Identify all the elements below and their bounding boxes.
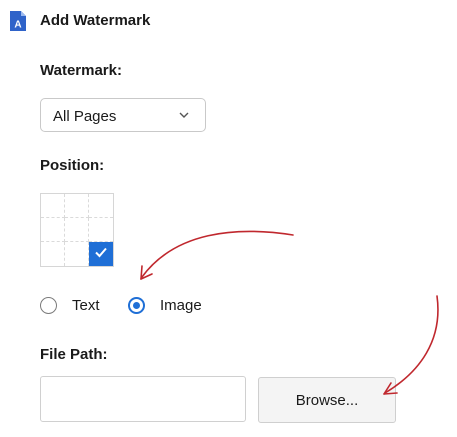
position-grid[interactable]	[40, 193, 114, 267]
radio-selected-dot	[133, 302, 140, 309]
image-radio[interactable]	[128, 297, 145, 314]
position-cell-top-left[interactable]	[41, 194, 65, 218]
position-cell-middle-right[interactable]	[89, 218, 113, 242]
file-path-input[interactable]	[40, 376, 246, 422]
text-radio[interactable]	[40, 297, 57, 314]
svg-text:A: A	[14, 20, 21, 31]
position-cell-center[interactable]	[65, 218, 89, 242]
position-label: Position:	[40, 157, 105, 174]
text-radio-label[interactable]: Text	[72, 297, 100, 314]
browse-button[interactable]: Browse...	[258, 377, 396, 423]
watermark-pages-value: All Pages	[53, 108, 117, 125]
watermark-label: Watermark:	[40, 62, 122, 79]
position-cell-bottom-right[interactable]	[89, 242, 113, 266]
position-cell-bottom-left[interactable]	[41, 242, 65, 266]
image-radio-label[interactable]: Image	[160, 297, 202, 314]
file-path-label: File Path:	[40, 346, 108, 363]
annotation-arrow-to-image-radio	[140, 230, 294, 280]
position-cell-middle-left[interactable]	[41, 218, 65, 242]
dialog-title: Add Watermark	[40, 12, 151, 29]
checkmark-icon	[93, 244, 109, 265]
position-cell-top-right[interactable]	[89, 194, 113, 218]
position-cell-top-center[interactable]	[65, 194, 89, 218]
app-logo-icon: A	[9, 10, 27, 32]
chevron-down-icon	[177, 108, 191, 122]
position-cell-bottom-center[interactable]	[65, 242, 89, 266]
watermark-pages-select[interactable]: All Pages	[40, 98, 206, 132]
